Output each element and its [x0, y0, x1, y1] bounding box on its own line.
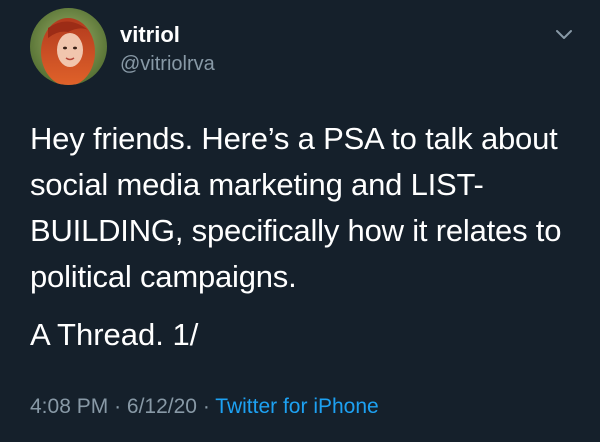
tweet-source-link[interactable]: Twitter for iPhone	[215, 395, 378, 418]
avatar[interactable]	[30, 8, 107, 85]
user-handle[interactable]: @vitriolrva	[120, 52, 215, 76]
chevron-down-icon[interactable]	[555, 26, 573, 44]
avatar-image	[30, 8, 107, 85]
tweet-card: vitriol @vitriolrva Hey friends. Here’s …	[0, 0, 600, 442]
display-name[interactable]: vitriol	[120, 22, 180, 48]
separator-dot: ·	[202, 395, 210, 418]
tweet-text: Hey friends. Here’s a PSA to talk about …	[30, 121, 562, 294]
separator-dot: ·	[114, 395, 122, 418]
tweet-metadata: 4:08 PM · 6/12/20 · Twitter for iPhone	[30, 393, 379, 421]
tweet-time[interactable]: 4:08 PM	[30, 395, 108, 418]
thread-marker: A Thread. 1/	[30, 317, 199, 352]
tweet-date[interactable]: 6/12/20	[127, 395, 197, 418]
